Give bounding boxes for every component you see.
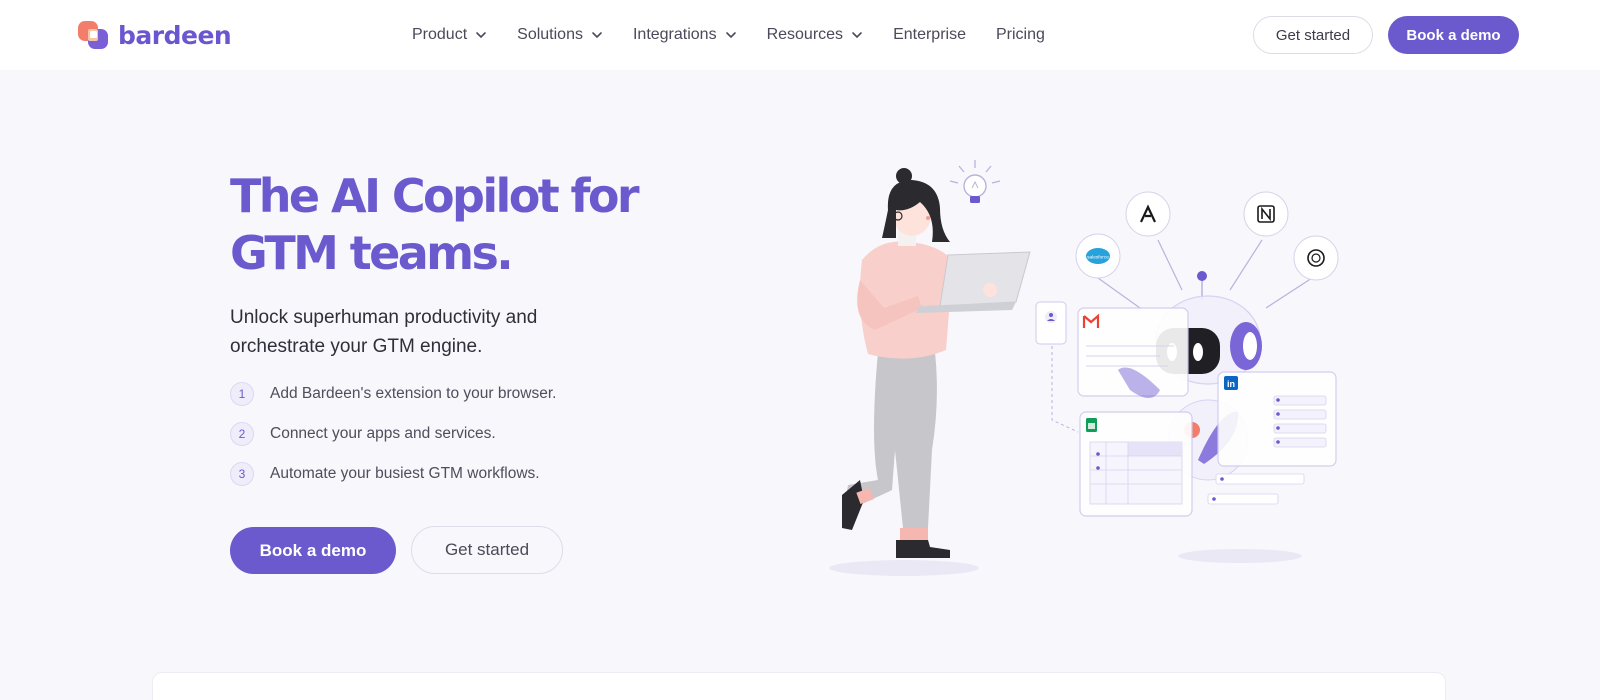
hero-title: The AI Copilot for GTM teams. (230, 168, 650, 282)
openai-icon (1293, 235, 1339, 281)
nav-item-label: Solutions (517, 26, 583, 43)
nav-item-label: Enterprise (893, 26, 966, 43)
hero-title-line-1: The AI Copilot for (230, 169, 640, 223)
brand-name: bardeen (118, 20, 232, 50)
robot-shadow (1178, 549, 1302, 563)
laptop (939, 251, 1031, 307)
notion-icon (1243, 191, 1289, 237)
hero-subtitle: Unlock superhuman productivity and orche… (230, 307, 538, 357)
hero-get-started-button[interactable]: Get started (411, 526, 563, 574)
nav-item-label: Product (412, 26, 468, 43)
svg-text:in: in (1227, 379, 1235, 389)
google-sheets-icon (1086, 418, 1097, 432)
nav-item-enterprise[interactable]: Enterprise (893, 26, 966, 44)
nav-item-pricing[interactable]: Pricing (996, 26, 1045, 44)
main-menu: Product Solutions Integrations Resources… (412, 0, 1045, 70)
step-item: 1 Add Bardeen's extension to your browse… (230, 382, 556, 406)
chevron-down-icon (476, 32, 486, 39)
get-started-button[interactable]: Get started (1253, 16, 1373, 54)
salesforce-label: salesforce (1087, 255, 1109, 261)
chevron-down-icon (852, 32, 862, 39)
step-text: Connect your apps and services. (270, 425, 496, 442)
contact-card-icon (1045, 311, 1057, 323)
contact-card (1035, 301, 1079, 433)
step-item: 2 Connect your apps and services. (230, 422, 556, 446)
content-card (152, 672, 1446, 700)
nav-item-label: Integrations (632, 26, 717, 43)
step-item: 3 Automate your busiest GTM workflows. (230, 462, 556, 486)
nav-item-product[interactable]: Product (412, 26, 487, 44)
step-number: 3 (230, 462, 254, 486)
nav-item-label: Pricing (995, 26, 1045, 43)
linkedin-icon: in (1224, 376, 1238, 390)
woman-shadow (829, 560, 979, 576)
step-number: 1 (230, 382, 254, 406)
sheets-panel (1079, 411, 1193, 517)
step-text: Add Bardeen's extension to your browser. (270, 385, 557, 402)
salesforce-icon: salesforce (1075, 233, 1121, 279)
hero-book-demo-button[interactable]: Book a demo (230, 527, 396, 574)
hero-title-line-2: GTM teams. (230, 226, 514, 280)
bardeen-logo[interactable]: bardeen (78, 19, 232, 51)
gmail-panel (1077, 307, 1189, 398)
step-text: Automate your busiest GTM workflows. (270, 465, 540, 482)
step-number: 2 (230, 422, 254, 446)
nav-item-resources[interactable]: Resources (767, 26, 863, 44)
top-navbar: bardeen Product Solutions Integrations R… (0, 0, 1600, 70)
apollo-icon (1125, 191, 1171, 237)
lightbulb-icon (949, 160, 1001, 203)
nav-item-label: Resources (766, 26, 844, 43)
bardeen-logo-icon (78, 21, 108, 49)
nav-item-solutions[interactable]: Solutions (517, 26, 603, 44)
chevron-down-icon (725, 32, 736, 39)
chevron-down-icon (592, 32, 602, 39)
linkedin-panel: in (1217, 371, 1337, 467)
nav-item-integrations[interactable]: Integrations (633, 26, 737, 44)
book-demo-button[interactable]: Book a demo (1388, 16, 1519, 54)
hero-illustration: salesforce in (829, 160, 1339, 576)
steps-list: 1 Add Bardeen's extension to your browse… (230, 382, 556, 502)
